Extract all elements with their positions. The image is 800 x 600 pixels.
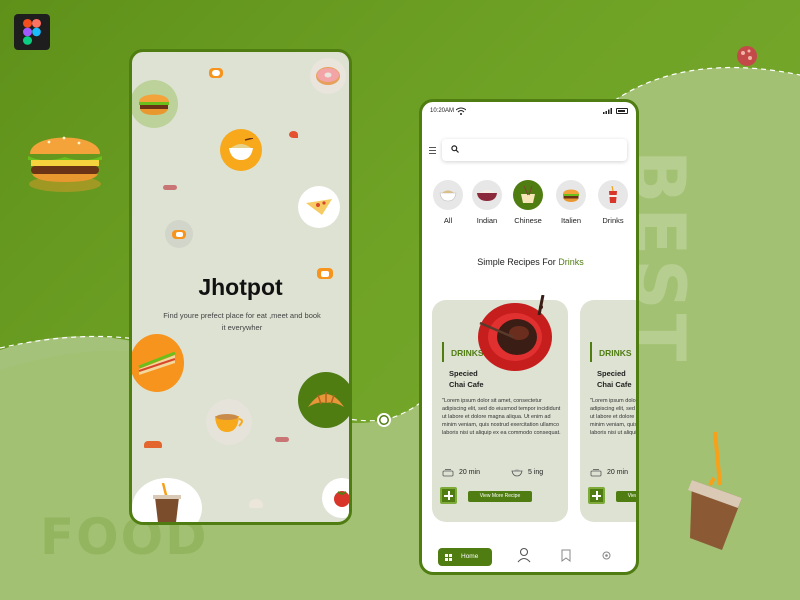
burger-illustration (28, 136, 102, 192)
search-input[interactable] (464, 142, 614, 158)
chai-dish-image (478, 295, 552, 371)
brand-title: Jhotpot (198, 274, 283, 300)
card-time: 20 min (590, 468, 628, 477)
bowl-icon (511, 469, 523, 477)
section-title: Simple Recipes For Drinks (422, 257, 636, 267)
add-button[interactable] (588, 487, 605, 504)
nav-home-label: Home (461, 553, 479, 560)
tomato-slice-icon (289, 131, 298, 138)
sausage-icon (163, 185, 177, 190)
drink-icon (598, 180, 628, 210)
category-italien[interactable]: Italien (551, 180, 591, 225)
card-tag: DRINKS (599, 348, 632, 358)
burger-food-circle (132, 80, 178, 128)
app-phone: 10:20AM All Indian Chinese Italien Drink… (419, 99, 639, 575)
wifi-icon (456, 107, 466, 115)
card-title-line1: Specied (597, 369, 626, 378)
tomato-food-circle (322, 478, 349, 518)
card-accent-bar (442, 342, 444, 362)
grid-icon (445, 554, 452, 561)
category-label: Chinese (514, 216, 542, 225)
sausage-icon-small (275, 437, 289, 442)
signal-icon (603, 108, 612, 114)
card-time-value: 20 min (459, 469, 481, 476)
bottom-nav: Home (422, 542, 636, 572)
search-icon (451, 145, 459, 153)
category-label: Italien (560, 216, 581, 225)
bookmark-icon[interactable] (561, 549, 571, 562)
nav-home[interactable]: Home (438, 548, 492, 566)
category-indian[interactable]: Indian (467, 180, 507, 225)
section-title-prefix: Simple Recipes For (477, 257, 556, 267)
gear-icon[interactable] (601, 550, 612, 561)
section-title-accent: Drinks (558, 257, 584, 267)
search-bar (442, 139, 627, 161)
iced-coffee-illustration (688, 431, 742, 550)
view-recipe-button[interactable]: View More Recipe (616, 491, 636, 502)
category-label: Indian (476, 216, 498, 225)
burger-icon (556, 180, 586, 210)
sandwich-food-circle (132, 334, 184, 392)
coffee-food-circle (206, 399, 252, 445)
card-time-value: 20 min (607, 469, 629, 476)
category-label: Drinks (602, 216, 624, 225)
card-time: 20 min (442, 468, 480, 477)
view-recipe-button[interactable]: View More Recipe (468, 491, 532, 502)
salami-illustration (737, 46, 757, 66)
card-title-line2: Chai Cafe (597, 380, 632, 389)
figma-logo (14, 14, 50, 50)
pot-icon (442, 469, 454, 477)
noodle-food-circle (220, 129, 262, 171)
status-bar: 10:20AM (422, 102, 636, 124)
chinese-food-icon (513, 180, 543, 210)
add-button[interactable] (440, 487, 457, 504)
sushi-piece-icon (144, 441, 162, 448)
user-icon[interactable] (517, 547, 531, 563)
category-all[interactable]: All (428, 180, 468, 225)
noodle-bowl-icon (433, 180, 463, 210)
mushroom-icon (249, 499, 263, 508)
card-accent-bar (590, 342, 592, 362)
card-ingredients: 5 ing (511, 468, 543, 477)
cup-food-circle (132, 478, 202, 522)
card-ingredients-value: 5 ing (528, 469, 544, 476)
pot-icon (590, 469, 602, 477)
card-description: "Lorem ipsum dolor sit amet, consectetur… (590, 398, 639, 436)
croissant-food-circle (298, 372, 349, 428)
card-title-line1: Specied (449, 369, 478, 378)
pizza-food-circle (298, 186, 340, 228)
menu-icon[interactable] (429, 147, 436, 156)
rice-bowl-icon (472, 180, 502, 210)
battery-icon (616, 108, 628, 114)
status-time: 10:20AM (430, 108, 455, 114)
splash-phone: Jhotpot Find youre prefect place for eat… (129, 49, 352, 525)
category-label: All (443, 216, 453, 225)
brand-tagline: Find youre prefect place for eat ,meet a… (163, 311, 321, 332)
card-description: "Lorem ipsum dolor sit amet, consectetur… (442, 398, 561, 436)
card-title: Specied Chai Cafe (597, 368, 632, 390)
category-drinks[interactable]: Drinks (593, 180, 633, 225)
sushi-icon (209, 68, 223, 78)
sushi-food-circle (165, 220, 193, 248)
donut-food-circle (310, 58, 346, 94)
recipe-card[interactable]: DRINKS Specied Chai Cafe "Lorem ipsum do… (580, 300, 639, 522)
card-title-line2: Chai Cafe (449, 380, 484, 389)
category-chinese[interactable]: Chinese (508, 180, 548, 225)
